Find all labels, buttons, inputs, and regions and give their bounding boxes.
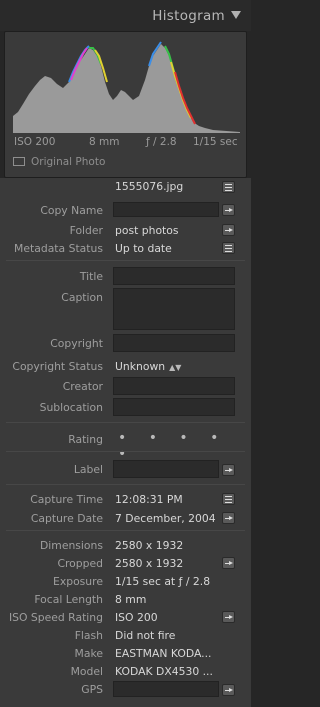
make-label: Make <box>74 647 103 660</box>
title-row: Title <box>0 267 251 285</box>
cropped-row: Cropped 2580 x 1932 <box>0 554 251 572</box>
exposure-value: 1/15 sec at ƒ / 2.8 <box>115 575 211 588</box>
folder-label: Folder <box>69 224 103 237</box>
focal-length-value: 8 mm <box>115 593 147 606</box>
arrow-right-icon[interactable] <box>222 611 235 623</box>
copyright-label: Copyright <box>50 337 103 350</box>
copy-name-row: Copy Name <box>0 201 251 219</box>
sublocation-field[interactable] <box>113 398 235 416</box>
histogram-panel: ISO 200 8 mm ƒ / 2.8 1/15 sec Original P… <box>4 31 247 178</box>
checkbox-icon[interactable] <box>13 157 25 166</box>
creator-field[interactable] <box>113 377 235 395</box>
iso-speed-label: ISO Speed Rating <box>8 611 103 624</box>
up-down-icon: ▲▼ <box>169 363 182 372</box>
title-field[interactable] <box>113 267 235 285</box>
model-row: Model KODAK DX4530 ... <box>0 662 251 680</box>
capture-date-label: Capture Date <box>30 512 103 525</box>
creator-row: Creator <box>0 377 251 395</box>
iso-speed-value: ISO 200 <box>115 611 158 624</box>
copyright-status-value: Unknown <box>115 360 166 373</box>
flash-label: Flash <box>74 629 103 642</box>
sublocation-label: Sublocation <box>39 401 103 414</box>
creator-label: Creator <box>62 380 103 393</box>
original-photo-label: Original Photo <box>31 156 106 168</box>
caption-label: Caption <box>61 291 103 304</box>
gps-field[interactable] <box>113 681 219 697</box>
copyright-status-row: Copyright Status Unknown ▲▼ <box>0 357 251 375</box>
filename-row: 1555076.jpg <box>0 177 251 195</box>
arrow-right-icon[interactable] <box>222 464 235 476</box>
make-value: EASTMAN KODA... <box>115 647 212 660</box>
rating-label: Rating <box>68 433 103 446</box>
caption-field[interactable] <box>113 288 235 330</box>
label-row: Label <box>0 460 251 478</box>
arrow-right-icon[interactable] <box>222 224 235 236</box>
cropped-value: 2580 x 1932 <box>115 557 184 570</box>
list-icon[interactable] <box>222 242 235 254</box>
metadata-status-label: Metadata Status <box>14 242 103 255</box>
dimensions-label: Dimensions <box>39 539 103 552</box>
capture-time-row: Capture Time 12:08:31 PM <box>0 490 251 508</box>
metadata-status-row: Metadata Status Up to date <box>0 239 251 257</box>
divider <box>6 422 245 423</box>
histogram-header[interactable]: Histogram <box>0 0 251 31</box>
folder-row: Folder post photos <box>0 221 251 239</box>
gps-row: GPS <box>0 680 251 698</box>
histogram-exif-info: ISO 200 8 mm ƒ / 2.8 1/15 sec <box>5 136 248 150</box>
list-icon[interactable] <box>222 181 235 193</box>
divider <box>6 451 245 452</box>
histogram-shutter: 1/15 sec <box>193 136 238 148</box>
folder-value: post photos <box>115 224 179 237</box>
copyright-field[interactable] <box>113 334 235 352</box>
gps-label: GPS <box>81 683 103 696</box>
model-label: Model <box>70 665 103 678</box>
arrow-right-icon[interactable] <box>222 512 235 524</box>
histogram-iso: ISO 200 <box>14 136 56 148</box>
divider <box>6 260 245 261</box>
flash-row: Flash Did not fire <box>0 626 251 644</box>
filename-value[interactable]: 1555076.jpg <box>115 180 183 193</box>
focal-length-label: Focal Length <box>34 593 103 606</box>
copyright-status-select[interactable]: Unknown ▲▼ <box>115 360 181 373</box>
list-icon[interactable] <box>222 493 235 505</box>
capture-time-value: 12:08:31 PM <box>115 493 183 506</box>
copyright-row: Copyright <box>0 334 251 352</box>
arrow-right-icon[interactable] <box>222 557 235 569</box>
make-row: Make EASTMAN KODA... <box>0 644 251 662</box>
histogram-focal: 8 mm <box>89 136 120 148</box>
histogram-aperture: ƒ / 2.8 <box>146 136 177 148</box>
exposure-label: Exposure <box>53 575 103 588</box>
focal-length-row: Focal Length 8 mm <box>0 590 251 608</box>
model-value: KODAK DX4530 ... <box>115 665 213 678</box>
copy-name-field[interactable] <box>113 202 219 217</box>
copy-name-label: Copy Name <box>40 204 103 217</box>
title-label: Title <box>79 270 103 283</box>
divider <box>6 530 245 531</box>
original-photo-checkbox[interactable]: Original Photo <box>13 156 105 168</box>
exposure-row: Exposure 1/15 sec at ƒ / 2.8 <box>0 572 251 590</box>
dimensions-row: Dimensions 2580 x 1932 <box>0 536 251 554</box>
caption-row: Caption <box>0 288 251 330</box>
metadata-status-value: Up to date <box>115 242 172 255</box>
iso-speed-row: ISO Speed Rating ISO 200 <box>0 608 251 626</box>
cropped-label: Cropped <box>57 557 103 570</box>
collapse-triangle-icon[interactable] <box>231 11 241 19</box>
flash-value: Did not fire <box>115 629 176 642</box>
metadata-panel: 1555076.jpg Copy Name Folder post photos… <box>0 178 251 707</box>
capture-time-label: Capture Time <box>30 493 103 506</box>
label-field[interactable] <box>113 460 219 478</box>
rating-row: Rating • • • • • <box>0 430 251 462</box>
arrow-right-icon[interactable] <box>222 684 235 696</box>
histogram-graph <box>13 41 240 133</box>
dimensions-value: 2580 x 1932 <box>115 539 184 552</box>
histogram-title: Histogram <box>152 8 225 24</box>
arrow-right-icon[interactable] <box>222 204 235 216</box>
capture-date-value: 7 December, 2004 <box>115 512 216 525</box>
copyright-status-label: Copyright Status <box>12 360 103 373</box>
capture-date-row: Capture Date 7 December, 2004 <box>0 509 251 527</box>
sublocation-row: Sublocation <box>0 398 251 416</box>
rating-stars[interactable]: • • • • • <box>118 430 251 462</box>
divider <box>6 484 245 485</box>
label-label: Label <box>73 463 103 476</box>
